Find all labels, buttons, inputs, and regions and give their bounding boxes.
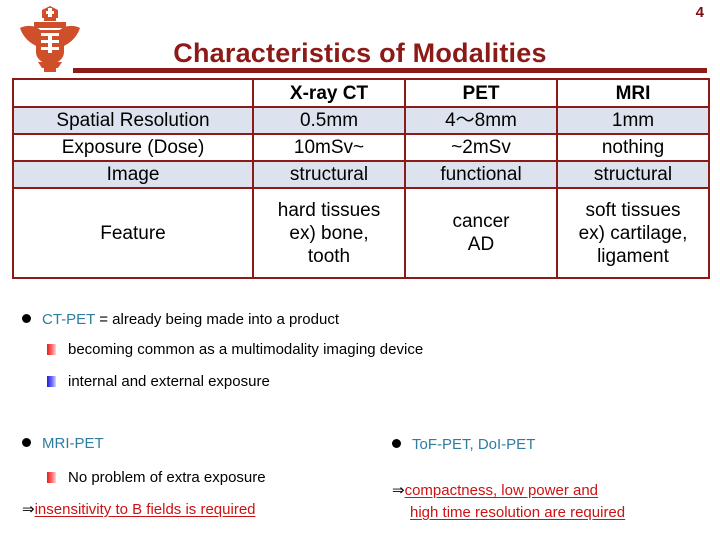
note-tof-pet-conclusion-line2: high time resolution are required [410, 504, 626, 521]
table-header-blank [12, 78, 254, 108]
double-arrow-icon: ⇒ [392, 482, 405, 499]
page-title: Characteristics of Modalities [173, 38, 547, 68]
dot-bullet-icon [392, 438, 401, 448]
cell-image-ct: structural [252, 160, 406, 189]
row-label-feature: Feature [12, 187, 254, 279]
table-row: Feature hard tissues ex) bone, tooth cance… [12, 187, 710, 279]
table-row: Image structural functional structural [12, 160, 710, 189]
blue-square-bullet-icon [47, 375, 56, 387]
note-ct-pet: CT-PET = already being made into a produ… [22, 310, 339, 330]
note-ct-pet-text: = already being made into a product [95, 311, 339, 328]
cell-exposure-pet: ~2mSv [404, 133, 558, 162]
title-block: Characteristics of Modalities [0, 38, 720, 78]
note-tof-pet-conclusion-line1: compactness, low power and [404, 482, 599, 499]
cell-exposure-mri: nothing [556, 133, 710, 162]
cell-spatial-resolution-ct: 0.5mm [252, 106, 406, 135]
cell-feature-ct: hard tissues ex) bone, tooth [252, 187, 406, 279]
note-ct-pet-sub-1: becoming common as a multimodality imagi… [47, 340, 423, 360]
term-ct-pet: CT-PET [42, 311, 96, 328]
note-mri-pet: MRI-PET [22, 434, 104, 454]
cell-spatial-resolution-mri: 1mm [556, 106, 710, 135]
table-header-xray-ct: X-ray CT [252, 78, 406, 108]
table-row: Exposure (Dose) 10mSv~ ~2mSv nothing [12, 133, 710, 162]
note-ct-pet-sub-2-text: internal and external exposure [68, 373, 270, 390]
note-ct-pet-sub-2: internal and external exposure [47, 372, 270, 392]
cell-image-pet: functional [404, 160, 558, 189]
note-mri-pet-conclusion-text: insensitivity to B fields is required [34, 501, 256, 518]
dot-bullet-icon [22, 313, 31, 323]
note-tof-pet: ToF-PET, DoI-PET [392, 435, 535, 455]
note-mri-pet-conclusion: ⇒insensitivity to B fields is required [22, 500, 256, 520]
cell-spatial-resolution-pet: 4～8mm [404, 106, 558, 135]
cell-image-mri: structural [556, 160, 710, 189]
double-arrow-icon: ⇒ [22, 501, 35, 518]
table-row: Spatial Resolution 0.5mm 4～8mm 1mm [12, 106, 710, 135]
dot-bullet-icon [22, 437, 31, 447]
title-underline-rule [73, 68, 707, 73]
table-header-row: X-ray CT PET MRI [12, 78, 710, 108]
red-square-bullet-icon [47, 343, 56, 355]
cell-exposure-ct: 10mSv~ [252, 133, 406, 162]
table-header-pet: PET [404, 78, 558, 108]
modality-comparison-table: X-ray CT PET MRI Spatial Resolution 0.5m… [12, 78, 710, 279]
note-mri-pet-sub-1: No problem of extra exposure [47, 468, 266, 488]
term-tof-pet: ToF-PET, DoI-PET [412, 436, 536, 453]
note-ct-pet-sub-1-text: becoming common as a multimodality imagi… [68, 341, 424, 358]
row-label-image: Image [12, 160, 254, 189]
cell-feature-mri: soft tissues ex) cartilage, ligament [556, 187, 710, 279]
term-mri-pet: MRI-PET [42, 435, 104, 452]
table-header-mri: MRI [556, 78, 710, 108]
page-number: 4 [695, 4, 704, 21]
red-square-bullet-icon [47, 471, 56, 483]
row-label-spatial-resolution: Spatial Resolution [12, 106, 254, 135]
note-tof-pet-conclusion: ⇒compactness, low power and high time re… [392, 480, 702, 524]
note-mri-pet-sub-1-text: No problem of extra exposure [68, 469, 266, 486]
cell-feature-pet: cancer AD [404, 187, 558, 279]
row-label-exposure-dose: Exposure (Dose) [12, 133, 254, 162]
